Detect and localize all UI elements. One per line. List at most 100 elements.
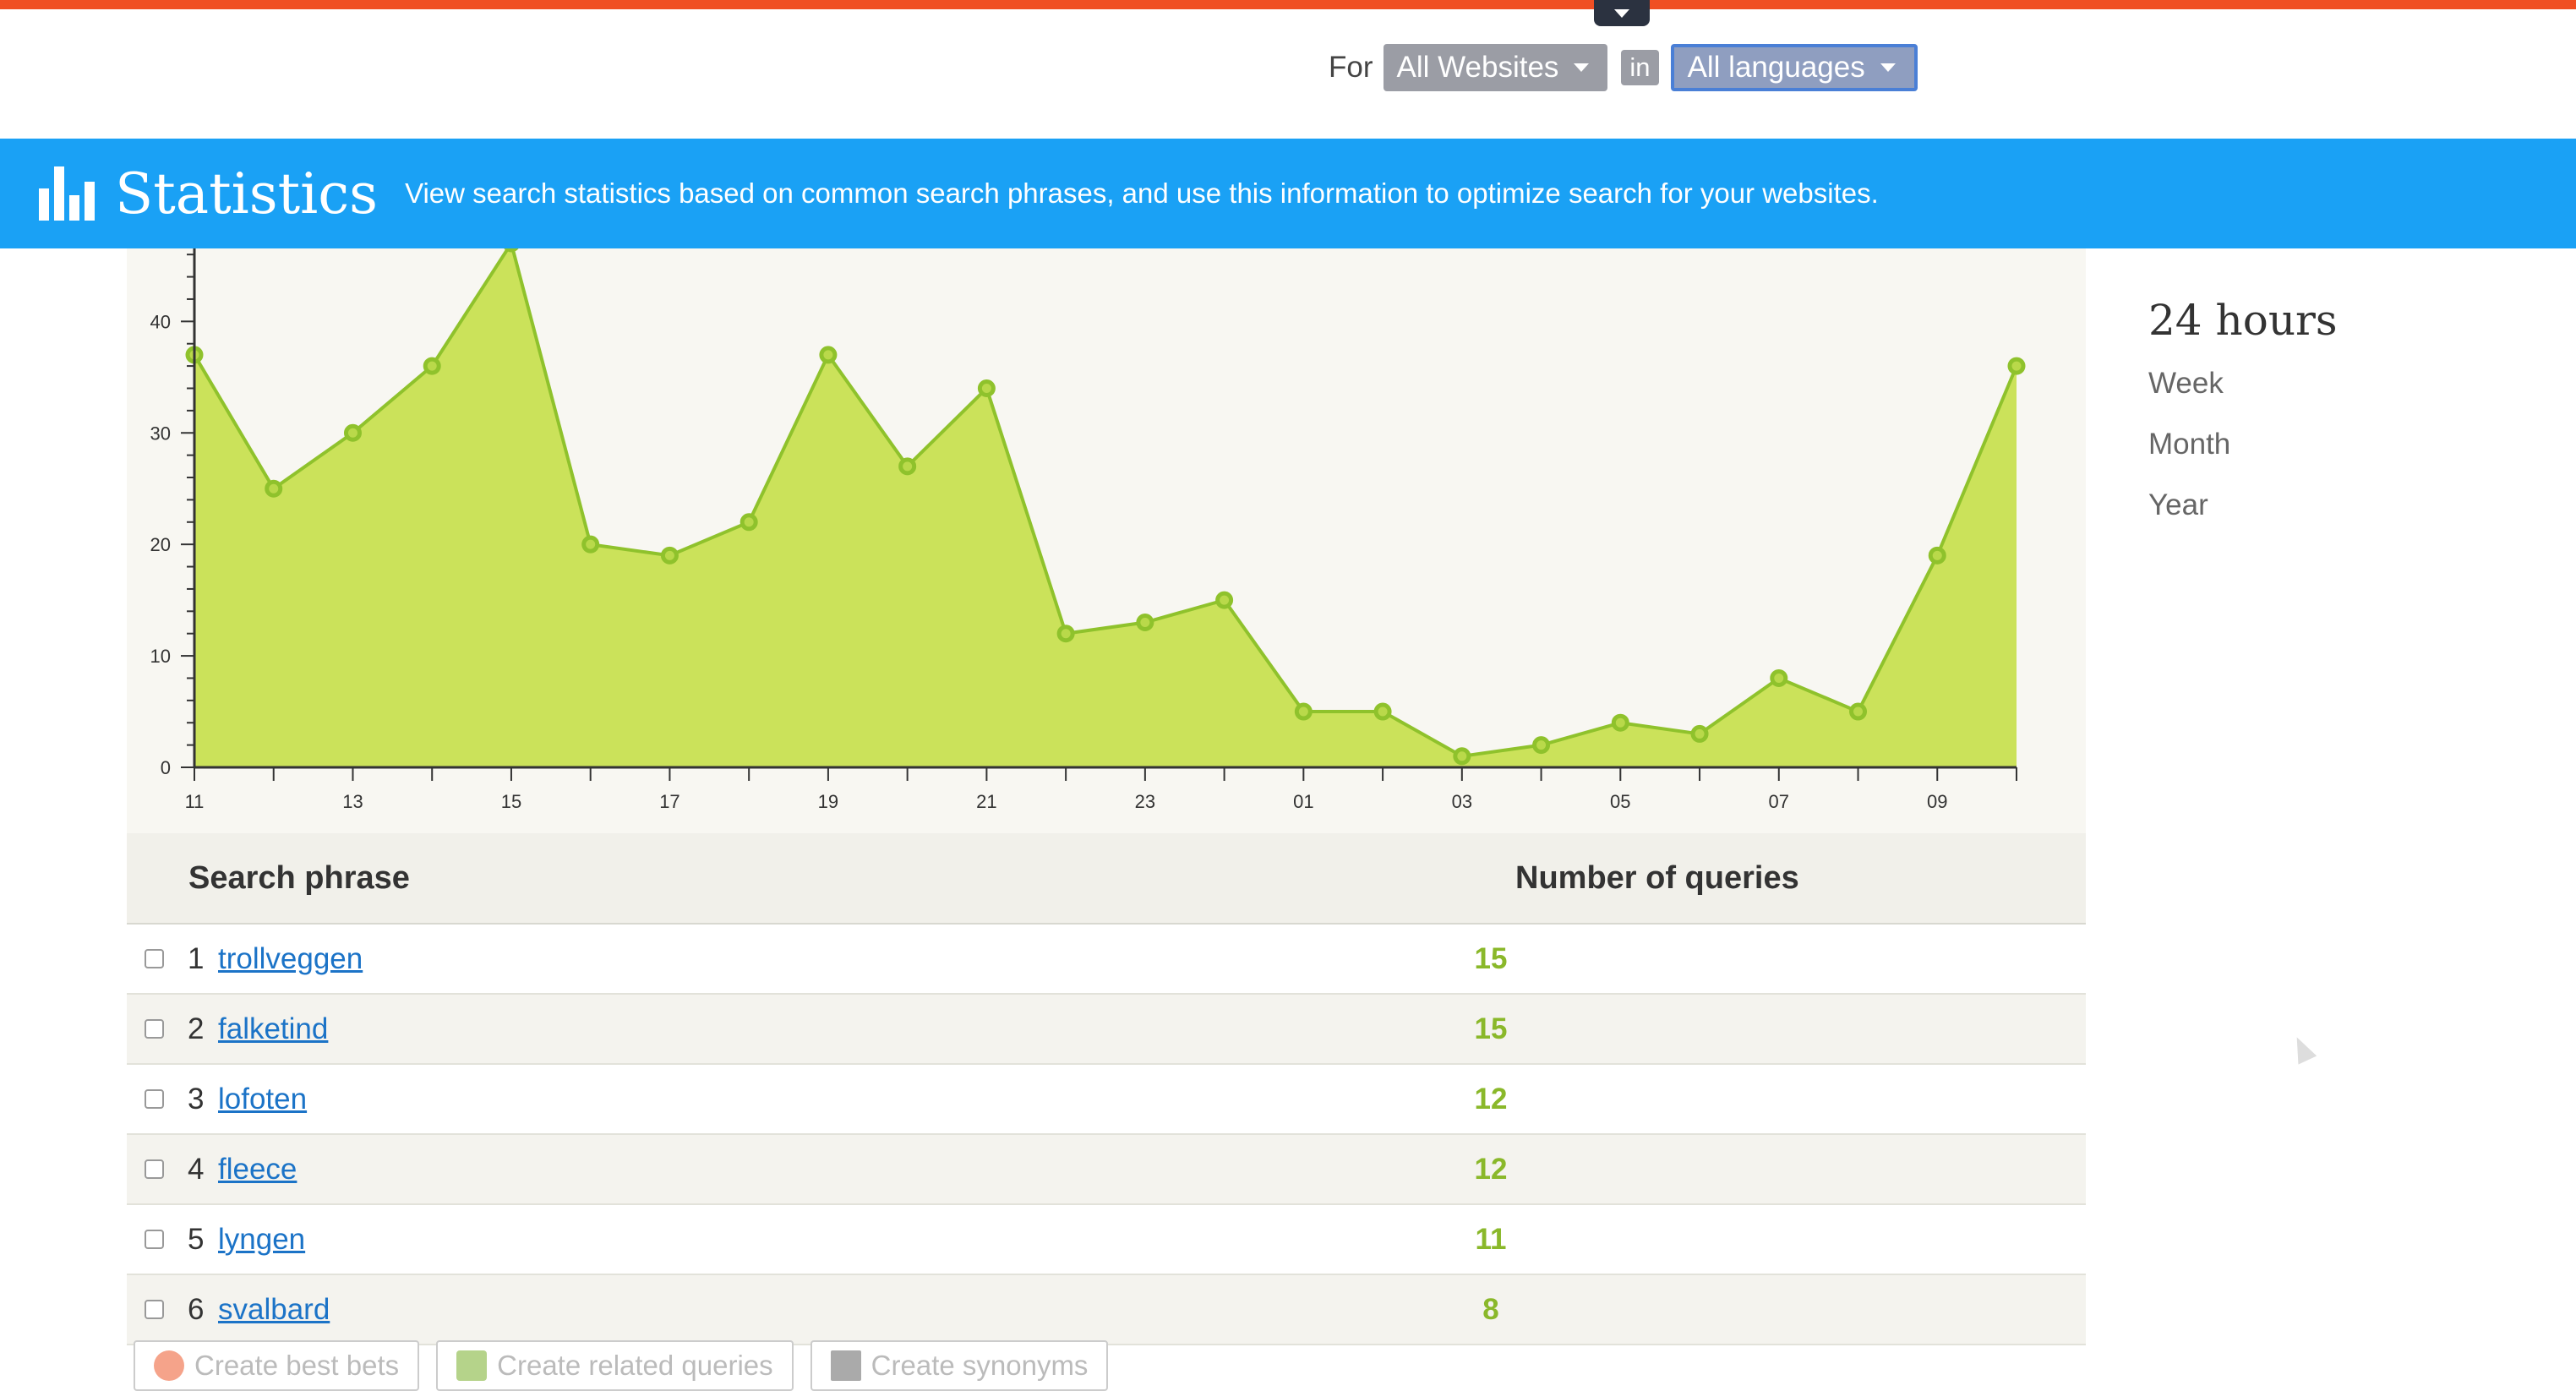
row-checkbox[interactable] — [145, 1300, 164, 1319]
chart-point — [740, 513, 758, 532]
chart-point — [1532, 736, 1551, 755]
chart-point — [898, 457, 917, 476]
create-synonyms-button[interactable]: Create synonyms — [810, 1340, 1109, 1391]
x-tick-label: 09 — [1927, 791, 1947, 812]
query-count: 12 — [1474, 1152, 1508, 1186]
phrase-link[interactable]: trollveggen — [218, 942, 1570, 976]
bar-chart-icon — [39, 166, 101, 221]
chart-point — [1928, 546, 1946, 565]
caret-down-icon — [1880, 63, 1896, 72]
row-checkbox[interactable] — [145, 949, 164, 968]
y-tick-label: 40 — [150, 311, 171, 332]
range-month[interactable]: Month — [2148, 428, 2338, 461]
x-tick-label: 15 — [501, 791, 521, 812]
query-count: 11 — [1475, 1222, 1507, 1256]
phrase-link[interactable]: falketind — [218, 1012, 1570, 1046]
statistics-banner: Statistics View search statistics based … — [0, 139, 2576, 248]
row-checkbox[interactable] — [145, 1089, 164, 1109]
phrase-link[interactable]: fleece — [218, 1153, 1570, 1186]
chart-point — [1056, 625, 1075, 643]
chart-point — [1770, 668, 1788, 687]
chart-point — [423, 357, 441, 375]
row-rank: 2 — [188, 1012, 205, 1045]
table-header: Search phrase Number of queries — [127, 833, 2086, 925]
x-tick-label: 17 — [659, 791, 679, 812]
chart-svg: 11 13 15 17 19 21 23 01 03 05 07 09 0 10 20 30 40 — [150, 248, 2026, 812]
search-phrases-table: Search phrase Number of queries 1 trollv… — [127, 833, 2086, 1345]
toolbar-toggle-button[interactable] — [1594, 0, 1650, 26]
query-count: 8 — [1482, 1292, 1499, 1326]
create-synonyms-label: Create synonyms — [870, 1350, 1089, 1381]
in-label: in — [1621, 50, 1659, 85]
create-best-bets-button[interactable]: Create best bets — [134, 1340, 420, 1391]
x-tick-label: 23 — [1135, 791, 1155, 812]
page-description: View search statistics based on common s… — [405, 177, 1879, 209]
x-tick-label: 01 — [1293, 791, 1313, 812]
chart-point — [1611, 713, 1629, 732]
y-tick-label: 0 — [161, 757, 171, 778]
websites-dropdown[interactable]: All Websites — [1383, 44, 1608, 91]
column-header-count[interactable]: Number of queries — [1515, 860, 1820, 897]
x-tick-label: 07 — [1769, 791, 1789, 812]
phrase-link[interactable]: lofoten — [218, 1083, 1570, 1116]
y-tick-label: 10 — [150, 646, 171, 667]
row-rank: 6 — [188, 1292, 205, 1326]
for-label: For — [1329, 51, 1373, 84]
chart-point — [265, 479, 283, 498]
create-related-queries-label: Create related queries — [497, 1350, 773, 1381]
x-tick-label: 03 — [1452, 791, 1472, 812]
create-related-queries-button[interactable]: Create related queries — [436, 1340, 794, 1391]
y-tick-label: 30 — [150, 423, 171, 444]
x-tick-label: 05 — [1610, 791, 1630, 812]
row-rank: 3 — [188, 1082, 205, 1116]
range-week[interactable]: Week — [2148, 367, 2338, 401]
page-title: Statistics — [115, 161, 379, 226]
row-rank: 4 — [188, 1152, 205, 1186]
table-row: 1 trollveggen 15 — [127, 925, 2086, 995]
row-rank: 5 — [188, 1222, 205, 1256]
caret-down-icon — [1574, 63, 1590, 72]
table-row: 3 lofoten 12 — [127, 1065, 2086, 1135]
chart-area-fill — [194, 248, 2017, 767]
chart-point — [343, 423, 362, 442]
query-count: 15 — [1474, 1012, 1508, 1045]
table-row: 2 falketind 15 — [127, 995, 2086, 1065]
statistics-chart: 11 13 15 17 19 21 23 01 03 05 07 09 0 10 20 30 40 — [127, 248, 2086, 833]
languages-dropdown-value: All languages — [1687, 51, 1865, 84]
chart-point — [581, 535, 600, 554]
create-best-bets-label: Create best bets — [194, 1350, 400, 1381]
column-header-phrase[interactable]: Search phrase — [188, 860, 1515, 897]
row-checkbox[interactable] — [145, 1019, 164, 1039]
languages-dropdown[interactable]: All languages — [1670, 44, 1918, 91]
row-checkbox[interactable] — [145, 1159, 164, 1179]
row-checkbox[interactable] — [145, 1230, 164, 1249]
chart-point — [660, 546, 679, 565]
chart-point — [1294, 702, 1313, 721]
chart-point — [1849, 702, 1868, 721]
x-tick-label: 21 — [976, 791, 996, 812]
table-row: 6 svalbard 8 — [127, 1275, 2086, 1345]
chart-point — [977, 379, 996, 397]
row-rank: 1 — [188, 941, 205, 975]
x-tick-label: 13 — [342, 791, 363, 812]
phrase-link[interactable]: svalbard — [218, 1293, 1570, 1327]
chart-point — [1136, 614, 1154, 632]
websites-dropdown-value: All Websites — [1396, 51, 1559, 84]
range-24-hours[interactable]: 24 hours — [2148, 296, 2338, 345]
chart-point — [819, 346, 838, 364]
top-accent-bar — [0, 0, 2576, 9]
range-year[interactable]: Year — [2148, 488, 2338, 522]
action-bar: Create best bets Create related queries … — [134, 1340, 1109, 1391]
mouse-cursor — [2287, 1033, 2317, 1065]
chart-point — [1215, 591, 1234, 609]
chevron-down-icon — [1614, 8, 1629, 18]
query-count: 12 — [1474, 1082, 1508, 1116]
phrase-link[interactable]: lyngen — [218, 1223, 1570, 1257]
table-row: 5 lyngen 11 — [127, 1205, 2086, 1275]
filter-bar: For All Websites in All languages — [1329, 42, 1918, 93]
x-tick-label: 19 — [818, 791, 838, 812]
y-tick-label: 20 — [150, 534, 171, 555]
chart-point — [2007, 357, 2026, 375]
query-count: 15 — [1474, 941, 1508, 975]
chart-point — [504, 248, 519, 253]
